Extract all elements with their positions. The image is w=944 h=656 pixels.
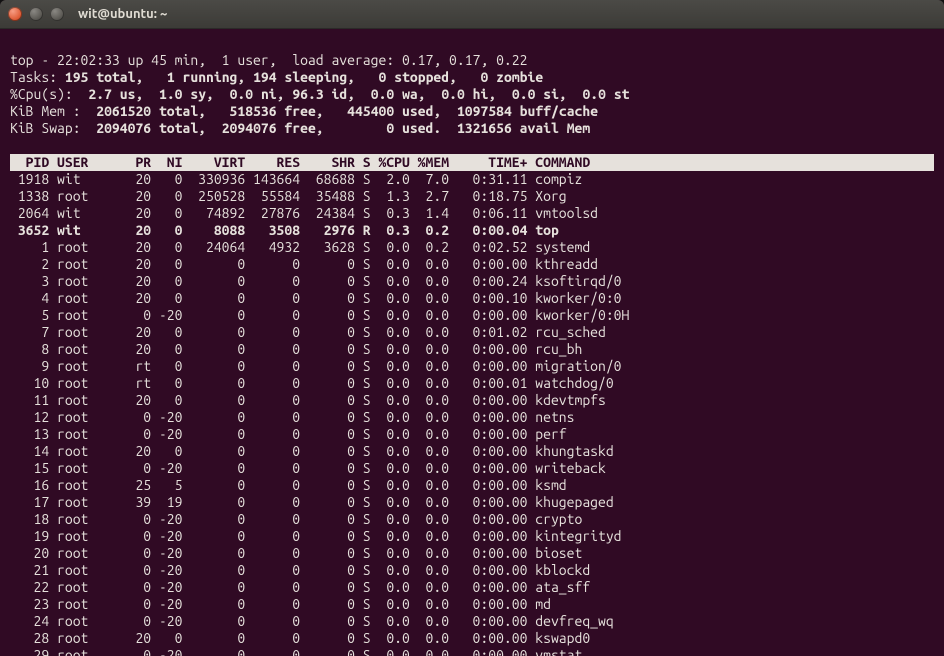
- close-icon[interactable]: [8, 7, 22, 21]
- process-row: 20 root 0 -20 0 0 0 S 0.0 0.0 0:00.00 bi…: [10, 545, 934, 562]
- process-row: 24 root 0 -20 0 0 0 S 0.0 0.0 0:00.00 de…: [10, 613, 934, 630]
- window-title: wit@ubuntu: ~: [78, 6, 167, 23]
- process-row: 8 root 20 0 0 0 0 S 0.0 0.0 0:00.00 rcu_…: [10, 341, 934, 358]
- tasks-line: Tasks: 195 total, 1 running, 194 sleepin…: [10, 69, 543, 85]
- terminal-window: wit@ubuntu: ~ top - 22:02:33 up 45 min, …: [0, 0, 944, 656]
- process-row: 7 root 20 0 0 0 0 S 0.0 0.0 0:01.02 rcu_…: [10, 324, 934, 341]
- process-row: 5 root 0 -20 0 0 0 S 0.0 0.0 0:00.00 kwo…: [10, 307, 934, 324]
- process-row: 18 root 0 -20 0 0 0 S 0.0 0.0 0:00.00 cr…: [10, 511, 934, 528]
- process-row: 29 root 0 -20 0 0 0 S 0.0 0.0 0:00.00 vm…: [10, 647, 934, 656]
- process-row: 17 root 39 19 0 0 0 S 0.0 0.0 0:00.00 kh…: [10, 494, 934, 511]
- window-titlebar[interactable]: wit@ubuntu: ~: [0, 0, 944, 29]
- process-header-row: PID USER PR NI VIRT RES SHR S %CPU %MEM …: [10, 154, 934, 171]
- process-row: 2 root 20 0 0 0 0 S 0.0 0.0 0:00.00 kthr…: [10, 256, 934, 273]
- top-uptime-line: top - 22:02:33 up 45 min, 1 user, load a…: [10, 52, 527, 68]
- process-row: 19 root 0 -20 0 0 0 S 0.0 0.0 0:00.00 ki…: [10, 528, 934, 545]
- process-row: 16 root 25 5 0 0 0 S 0.0 0.0 0:00.00 ksm…: [10, 477, 934, 494]
- process-row: 23 root 0 -20 0 0 0 S 0.0 0.0 0:00.00 md: [10, 596, 934, 613]
- process-row: 13 root 0 -20 0 0 0 S 0.0 0.0 0:00.00 pe…: [10, 426, 934, 443]
- process-list: 1918 wit 20 0 330936 143664 68688 S 2.0 …: [10, 171, 934, 656]
- mem-line: KiB Mem : 2061520 total, 518536 free, 44…: [10, 103, 598, 119]
- window-controls: [8, 7, 64, 21]
- process-row: 4 root 20 0 0 0 0 S 0.0 0.0 0:00.10 kwor…: [10, 290, 934, 307]
- process-row: 3 root 20 0 0 0 0 S 0.0 0.0 0:00.24 ksof…: [10, 273, 934, 290]
- swap-line: KiB Swap: 2094076 total, 2094076 free, 0…: [10, 120, 590, 136]
- process-row: 3652 wit 20 0 8088 3508 2976 R 0.3 0.2 0…: [10, 222, 934, 239]
- process-row: 2064 wit 20 0 74892 27876 24384 S 0.3 1.…: [10, 205, 934, 222]
- process-row: 28 root 20 0 0 0 0 S 0.0 0.0 0:00.00 ksw…: [10, 630, 934, 647]
- process-row: 15 root 0 -20 0 0 0 S 0.0 0.0 0:00.00 wr…: [10, 460, 934, 477]
- process-row: 10 root rt 0 0 0 0 S 0.0 0.0 0:00.01 wat…: [10, 375, 934, 392]
- process-row: 21 root 0 -20 0 0 0 S 0.0 0.0 0:00.00 kb…: [10, 562, 934, 579]
- process-row: 22 root 0 -20 0 0 0 S 0.0 0.0 0:00.00 at…: [10, 579, 934, 596]
- process-row: 1338 root 20 0 250528 55584 35488 S 1.3 …: [10, 188, 934, 205]
- process-row: 1 root 20 0 24064 4932 3628 S 0.0 0.2 0:…: [10, 239, 934, 256]
- process-row: 12 root 0 -20 0 0 0 S 0.0 0.0 0:00.00 ne…: [10, 409, 934, 426]
- maximize-icon[interactable]: [50, 7, 64, 21]
- cpu-line: %Cpu(s): 2.7 us, 1.0 sy, 0.0 ni, 96.3 id…: [10, 86, 630, 102]
- process-row: 9 root rt 0 0 0 0 S 0.0 0.0 0:00.00 migr…: [10, 358, 934, 375]
- process-row: 11 root 20 0 0 0 0 S 0.0 0.0 0:00.00 kde…: [10, 392, 934, 409]
- terminal-body[interactable]: top - 22:02:33 up 45 min, 1 user, load a…: [0, 29, 944, 656]
- process-row: 1918 wit 20 0 330936 143664 68688 S 2.0 …: [10, 171, 934, 188]
- minimize-icon[interactable]: [29, 7, 43, 21]
- process-row: 14 root 20 0 0 0 0 S 0.0 0.0 0:00.00 khu…: [10, 443, 934, 460]
